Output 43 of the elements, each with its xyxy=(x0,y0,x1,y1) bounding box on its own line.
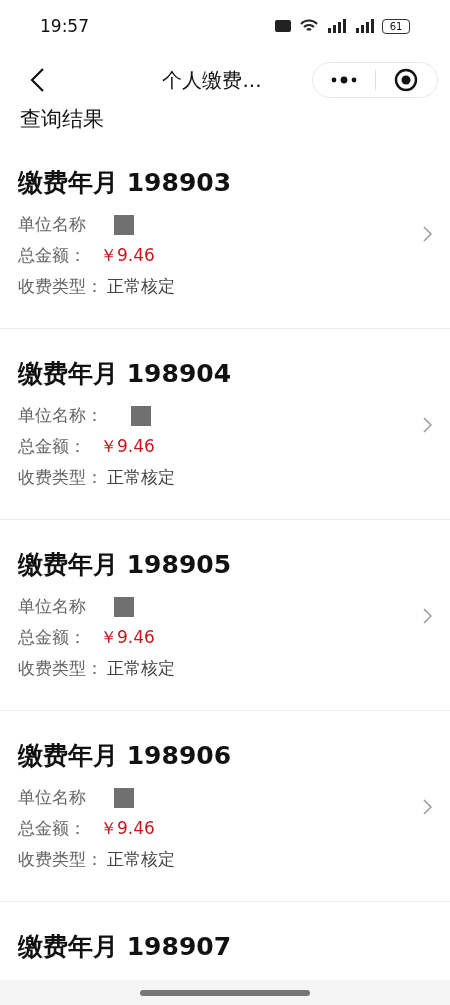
amount-value: ￥9.46 xyxy=(100,244,155,267)
type-label: 收费类型： xyxy=(18,275,103,298)
record-card[interactable]: 缴费年月 198906 单位名称 总金额： ￥9.46 收费类型： 正常核定 xyxy=(0,711,450,902)
chevron-right-icon xyxy=(423,226,432,242)
type-value: 正常核定 xyxy=(107,466,175,489)
record-card[interactable]: 缴费年月 198903 单位名称 总金额： ￥9.46 收费类型： 正常核定 xyxy=(0,138,450,329)
unit-label: 单位名称 xyxy=(18,595,86,618)
type-label: 收费类型： xyxy=(18,848,103,871)
record-card[interactable]: 缴费年月 198904 单位名称： 总金额： ￥9.46 收费类型： 正常核定 xyxy=(0,329,450,520)
type-value: 正常核定 xyxy=(107,848,175,871)
unit-label: 单位名称 xyxy=(18,213,86,236)
type-label: 收费类型： xyxy=(18,657,103,680)
section-title: 查询结果 xyxy=(19,108,105,133)
unit-label: 单位名称 xyxy=(18,786,86,809)
home-indicator[interactable] xyxy=(140,989,310,996)
signal-icon xyxy=(326,19,346,33)
more-icon[interactable] xyxy=(330,76,357,84)
record-title: 缴费年月 198904 xyxy=(18,358,233,390)
record-title: 缴费年月 198906 xyxy=(18,740,233,772)
record-title: 缴费年月 198907 xyxy=(18,931,233,963)
amount-value: ￥9.46 xyxy=(100,817,155,840)
signal-icon xyxy=(354,19,374,33)
record-title: 缴费年月 198903 xyxy=(18,167,233,199)
page-title: 个人缴费... xyxy=(161,66,263,94)
amount-label: 总金额： xyxy=(18,817,86,840)
type-value: 正常核定 xyxy=(107,657,175,680)
unit-label: 单位名称： xyxy=(18,404,103,427)
chevron-right-icon xyxy=(423,608,432,624)
record-card[interactable]: 缴费年月 198905 单位名称 总金额： ￥9.46 收费类型： 正常核定 xyxy=(0,520,450,711)
close-target-icon[interactable] xyxy=(394,68,419,92)
amount-label: 总金额： xyxy=(18,435,86,458)
type-label: 收费类型： xyxy=(18,466,103,489)
amount-value: ￥9.46 xyxy=(100,435,155,458)
chevron-right-icon xyxy=(423,417,432,433)
amount-label: 总金额： xyxy=(18,244,86,267)
status-time: 19:57 xyxy=(40,16,90,36)
type-value: 正常核定 xyxy=(107,275,175,298)
amount-value: ￥9.46 xyxy=(100,626,155,649)
record-title: 缴费年月 198905 xyxy=(18,549,233,581)
amount-label: 总金额： xyxy=(18,626,86,649)
battery-icon: 61 xyxy=(382,18,410,34)
wifi-icon xyxy=(300,19,318,33)
chevron-right-icon xyxy=(423,799,432,815)
